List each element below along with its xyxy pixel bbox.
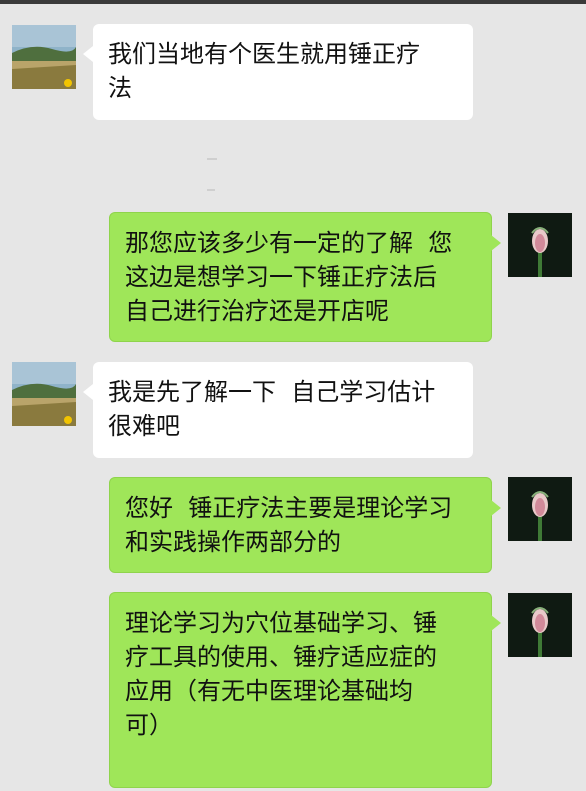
landscape-avatar-icon[interactable] [12,362,76,426]
divider-mark [207,158,217,160]
flower-bud-avatar-icon[interactable] [508,213,572,277]
message-text: 理论学习为穴位基础学习、锤 疗工具的使用、锤疗适应症的 应用（有无中医理论基础均… [125,609,437,739]
flower-bud-avatar-icon[interactable] [508,477,572,541]
flower-bud-avatar-icon[interactable] [508,593,572,657]
message-bubble[interactable]: 那您应该多少有一定的了解 您 这边是想学习一下锤正疗法后 自己进行治疗还是开店呢 [109,212,501,342]
bubble-tail [491,235,501,251]
message-bubble[interactable]: 我们当地有个医生就用锤正疗 法 [83,24,473,120]
bubble-tail [83,46,93,62]
divider-mark [207,189,215,191]
message-bubble[interactable]: 您好 锤正疗法主要是理论学习 和实践操作两部分的 [109,477,501,573]
bubble-tail [491,500,501,516]
message-text: 我是先了解一下 自己学习估计 很难吧 [108,378,436,440]
status-bar [0,0,586,4]
message-bubble[interactable]: 我是先了解一下 自己学习估计 很难吧 [83,362,473,458]
message-bubble[interactable]: 理论学习为穴位基础学习、锤 疗工具的使用、锤疗适应症的 应用（有无中医理论基础均… [109,592,501,788]
message-text: 我们当地有个医生就用锤正疗 法 [108,40,420,102]
message-text: 您好 锤正疗法主要是理论学习 和实践操作两部分的 [125,494,453,556]
bubble-tail [83,384,93,400]
landscape-avatar-icon[interactable] [12,25,76,89]
bubble-tail [491,615,501,631]
message-text: 那您应该多少有一定的了解 您 这边是想学习一下锤正疗法后 自己进行治疗还是开店呢 [125,229,453,325]
